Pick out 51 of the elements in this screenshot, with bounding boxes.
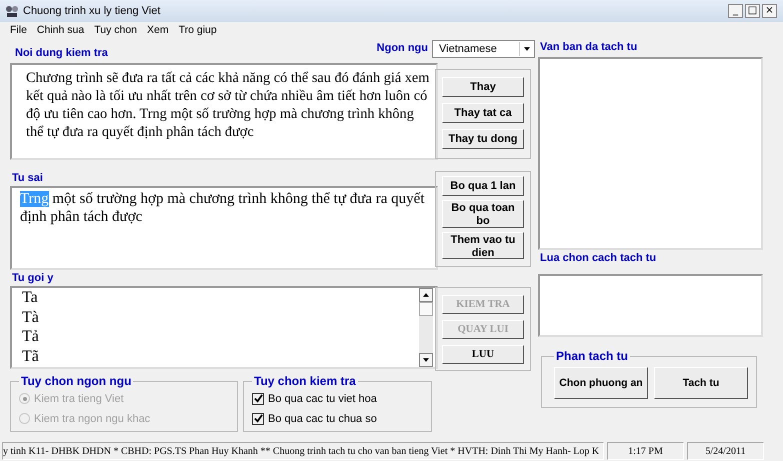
segment-button[interactable]: Chon phuong an [554, 367, 648, 399]
close-button[interactable]: × [762, 4, 777, 18]
text-area[interactable] [538, 274, 763, 337]
option-label: Kiem tra ngon ngu khac [34, 412, 150, 424]
list-item[interactable]: Tả [22, 327, 39, 346]
down-arrow-icon [423, 358, 429, 362]
section-label: Van ban da tach tu [539, 40, 638, 55]
maximize-button[interactable]: □ [745, 4, 760, 18]
menu-item[interactable]: Chinh sua [36, 24, 84, 36]
ignore-button[interactable]: Them vao tu dien [442, 232, 524, 259]
group-title: Tuy chon kiem tra [253, 374, 357, 388]
minimize-button[interactable]: _ [728, 4, 743, 18]
scrollbar[interactable] [419, 288, 433, 367]
ignore-button[interactable]: Bo qua 1 lan [442, 176, 524, 196]
replace-button[interactable]: Thay tu dong [442, 129, 524, 149]
menu-item[interactable]: File [10, 24, 27, 36]
replace-button[interactable]: Thay tat ca [442, 103, 524, 123]
checkbox[interactable] [252, 412, 264, 424]
section-label: Tu goi y [11, 271, 54, 286]
status-pane: 1:17 PM [607, 442, 684, 460]
section-label: Tu sai [11, 171, 44, 186]
replace-button[interactable]: Thay [442, 77, 524, 97]
caret-icon [524, 47, 530, 51]
ignore-button[interactable]: Bo qua toan bo [442, 200, 524, 228]
menu-item[interactable]: Xem [147, 24, 169, 36]
language-dropdown[interactable]: Vietnamese [432, 40, 535, 58]
group-title: Phan tach tu [555, 349, 630, 363]
menu-item[interactable]: Tuy chon [94, 24, 138, 36]
list-item[interactable]: Ta [22, 288, 38, 308]
scrollbar-thumb[interactable] [419, 302, 433, 316]
option-label: Bo qua cac tu chua so [268, 412, 377, 424]
segment-button[interactable]: Tach tu [654, 367, 748, 399]
group-title: Tuy chon ngon ngu [20, 374, 132, 388]
suggestion-list[interactable]: Ta Tà Tả Tã [10, 286, 438, 369]
section-label: Noi dung kiem tra [15, 47, 108, 61]
option-label: Bo qua cac tu viet hoa [268, 392, 377, 404]
list-item[interactable]: Tã [22, 346, 39, 366]
up-arrow-icon [423, 293, 429, 297]
list-item[interactable]: Tà [22, 308, 39, 327]
section-label: Lua chon cach tach tu [539, 251, 658, 266]
status-pane: y tinh K11- DHBK DHDN * CBHD: PGS.TS Phan Huy Khanh ** Chuong trinh tach tu cho van ban tieng Viet * HVTH: Dinh Thi My Hanh- Lop K [2, 442, 604, 460]
status-pane: 5/24/2011 [687, 442, 764, 460]
menu-item[interactable]: Tro giup [178, 24, 217, 36]
option-label: Kiem tra tieng Viet [34, 392, 124, 404]
action-button[interactable]: LUU [442, 345, 524, 364]
field-label: Ngon ngu [376, 41, 428, 56]
text-area[interactable]: Chương trình sẽ đưa ra tất cả các khả năng có thể sau đó đánh giá xem kết quả nào là tối ưu nhất trên cơ sở từ chứa nhiều âm tiết hơn luôn có độ ưu tiên cao hơn. Trng một số trường hợp mà chương trình không thể tự đưa ra quyết định phân tách được [10, 63, 438, 160]
app-icon [5, 4, 19, 18]
text-area[interactable]: Trng một số trường hợp mà chương trình không thể tự đưa ra quyết định phân tách được [10, 186, 438, 270]
checkbox[interactable] [252, 392, 264, 404]
window-title: Chuong trinh xu ly tieng Viet [23, 5, 160, 17]
